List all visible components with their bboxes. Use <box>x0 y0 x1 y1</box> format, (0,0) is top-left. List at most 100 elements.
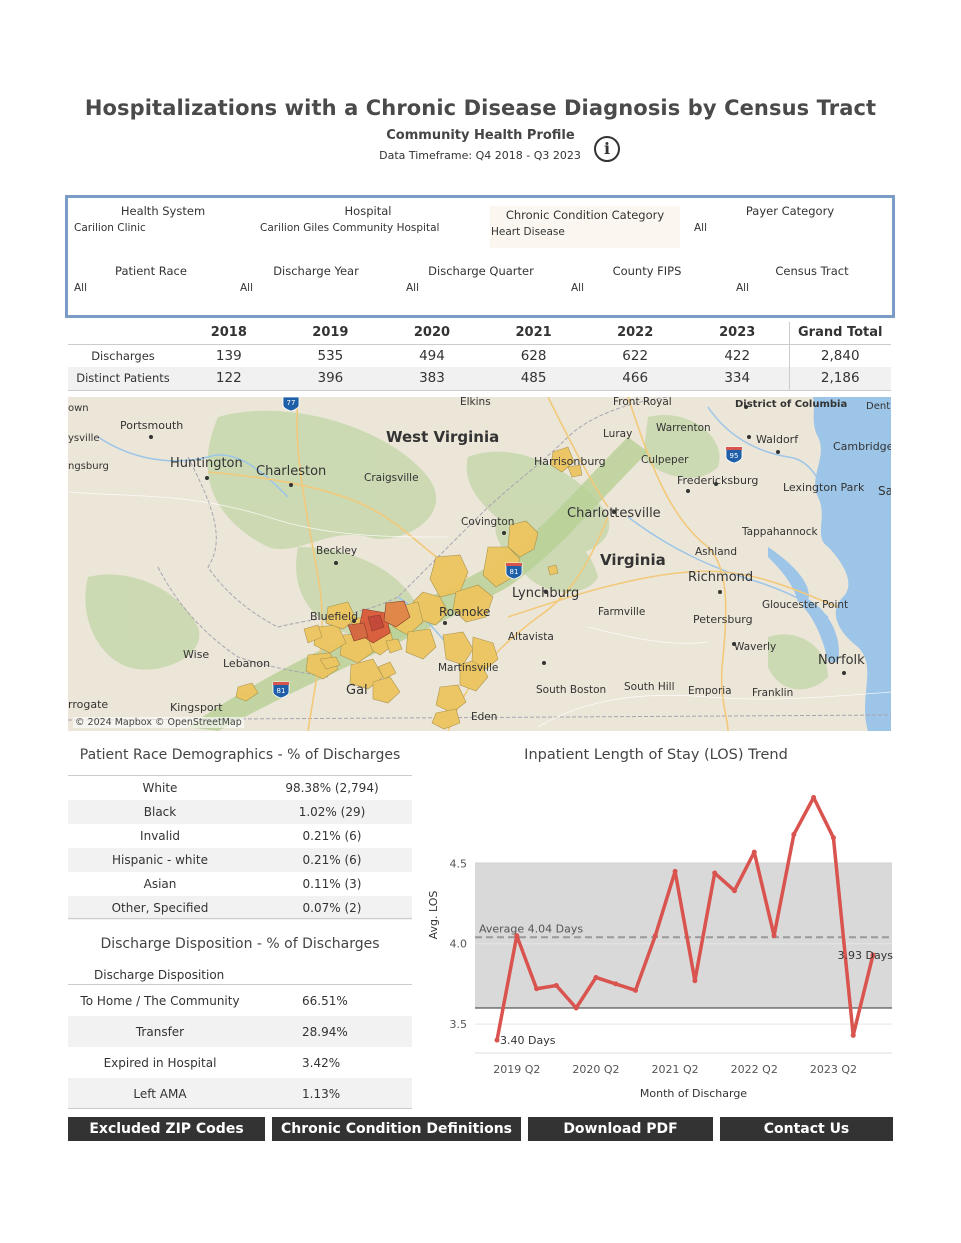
disposition-label: Transfer <box>68 1016 252 1047</box>
disposition-value: 66.51% <box>302 993 348 1008</box>
map-label: Huntington <box>170 456 243 471</box>
divider <box>68 1108 412 1109</box>
filter-value-hospital[interactable]: Carilion Giles Community Hospital <box>260 222 439 234</box>
map-label: Charleston <box>256 464 326 479</box>
los-data-point <box>672 868 678 874</box>
table-row: White 98.38% (2,794) <box>68 776 412 800</box>
x-tick-label: 2023 Q2 <box>810 1063 857 1076</box>
map-label: Harrisonburg <box>534 455 606 468</box>
filter-value-chronic-condition[interactable]: Heart Disease <box>491 226 565 238</box>
disposition-label: Expired in Hospital <box>103 1055 217 1070</box>
table-cell-grand-total: 2,186 <box>788 367 891 391</box>
filter-panel: Health System Carilion Clinic Hospital C… <box>65 195 895 318</box>
los-data-point <box>771 933 777 939</box>
contact-us-button[interactable]: Contact Us <box>720 1117 893 1141</box>
map-label: Sa <box>878 484 891 498</box>
census-tract-map[interactable]: 77 81 81 95 West Virginia Virginia Hunti… <box>68 397 891 731</box>
filter-value-census-tract[interactable]: All <box>736 282 749 294</box>
race-name: Other, Specified <box>68 896 252 920</box>
race-name: Black <box>68 800 252 824</box>
los-data-point <box>811 794 817 800</box>
los-data-point <box>850 1032 856 1038</box>
filter-value-patient-race[interactable]: All <box>74 282 87 294</box>
first-point-label: 3.40 Days <box>500 1034 556 1047</box>
map-label: Petersburg <box>693 613 753 626</box>
chronic-condition-definitions-button[interactable]: Chronic Condition Definitions <box>272 1117 521 1141</box>
filter-value-discharge-quarter[interactable]: All <box>406 282 419 294</box>
los-data-point <box>553 983 559 989</box>
summary-col-2023: 2023 <box>719 325 756 341</box>
interstate-81-shield: 81 <box>272 681 290 699</box>
row-label-distinct-patients: Distinct Patients <box>68 367 178 391</box>
divider <box>68 918 412 919</box>
race-value: 0.21% (6) <box>252 848 412 872</box>
filter-value-health-system[interactable]: Carilion Clinic <box>74 222 146 234</box>
map-label: Craigsville <box>364 472 419 484</box>
race-value: 0.21% (6) <box>302 829 362 843</box>
map-label: own <box>68 403 89 414</box>
disposition-label: Left AMA <box>68 1078 252 1109</box>
map-label: Bluefield <box>310 610 358 623</box>
los-data-point <box>830 835 836 841</box>
table-cell: 494 <box>381 343 483 367</box>
disposition-value: 1.13% <box>252 1078 412 1109</box>
map-label: West Virginia <box>386 428 499 446</box>
los-trend-chart[interactable]: 3.5 4.0 4.5 Average 4.04 Days 3.40 Days 3.93 … <box>425 770 895 1105</box>
map-label: Altavista <box>508 631 554 643</box>
x-tick-label: 2020 Q2 <box>572 1063 619 1076</box>
summary-corner <box>68 322 178 344</box>
table-row: Left AMA 1.13% <box>68 1078 412 1109</box>
table-cell: 334 <box>685 367 789 391</box>
info-icon[interactable]: i <box>594 136 620 162</box>
table-cell: 396 <box>279 367 382 391</box>
map-canvas[interactable]: 77 81 81 95 West Virginia Virginia Hunti… <box>68 397 891 731</box>
map-label: Richmond <box>688 570 753 585</box>
map-label: rrogate <box>68 698 108 711</box>
filter-label-census-tract: Census Tract <box>775 264 849 278</box>
table-row: Discharges 139 535 494 628 622 422 2,840 <box>68 343 891 367</box>
map-label: Lynchburg <box>512 586 579 601</box>
chart-title: Inpatient Length of Stay (LOS) Trend <box>524 747 788 763</box>
map-label: Portsmouth <box>120 419 183 432</box>
map-label: Eden <box>471 711 497 723</box>
disposition-value: 28.94% <box>252 1016 412 1047</box>
map-label: South Boston <box>536 684 606 696</box>
map-label: Charlottesville <box>567 506 661 521</box>
interstate-81-shield: 81 <box>505 562 523 580</box>
map-label: Wise <box>183 648 209 661</box>
table-row: Transfer 28.94% <box>68 1016 412 1047</box>
y-tick-label: 3.5 <box>450 1018 468 1031</box>
x-tick-label: 2021 Q2 <box>652 1063 699 1076</box>
race-section-title: Patient Race Demographics - % of Dischar… <box>79 747 401 763</box>
table-cell: 122 <box>178 367 280 391</box>
disposition-table: To Home / The Community 66.51% Transfer 28… <box>68 985 412 1109</box>
los-data-point <box>593 974 599 980</box>
los-data-point <box>534 986 540 992</box>
interstate-95-shield: 95 <box>725 446 743 464</box>
map-label: Tappahannock <box>741 526 818 538</box>
filter-value-county-fips[interactable]: All <box>571 282 584 294</box>
map-label: Gal <box>346 683 368 698</box>
los-data-point <box>731 888 737 894</box>
summary-col-2018: 2018 <box>210 325 247 341</box>
map-label: Emporia <box>688 685 732 697</box>
filter-label-payer-category: Payer Category <box>745 204 835 218</box>
map-label: Front Royal <box>613 397 672 408</box>
los-data-point <box>633 987 639 993</box>
map-attribution[interactable]: © 2024 Mapbox © OpenStreetMap <box>73 717 244 728</box>
filter-label-health-system: Health System <box>120 204 206 218</box>
map-label: District of Columbia <box>735 399 847 410</box>
los-data-point <box>652 933 658 939</box>
map-label: Ashland <box>695 546 737 558</box>
map-label: Waverly <box>734 641 776 653</box>
filter-value-discharge-year[interactable]: All <box>240 282 253 294</box>
filter-label-patient-race: Patient Race <box>115 264 187 278</box>
los-data-point <box>613 981 619 987</box>
race-name: Asian <box>143 877 177 891</box>
download-pdf-button[interactable]: Download PDF <box>528 1117 713 1141</box>
excluded-zip-codes-button[interactable]: Excluded ZIP Codes <box>68 1117 265 1141</box>
los-data-point <box>791 831 797 837</box>
table-cell: 139 <box>178 343 280 367</box>
table-cell-grand-total: 2,840 <box>788 343 891 367</box>
filter-value-payer-category[interactable]: All <box>694 222 707 234</box>
